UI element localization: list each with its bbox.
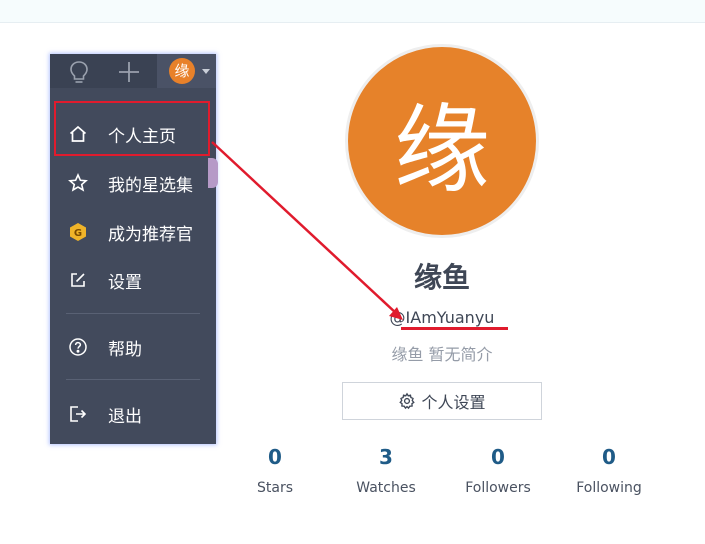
annotation-underline (401, 327, 508, 330)
annotation-arrow (211, 141, 403, 320)
